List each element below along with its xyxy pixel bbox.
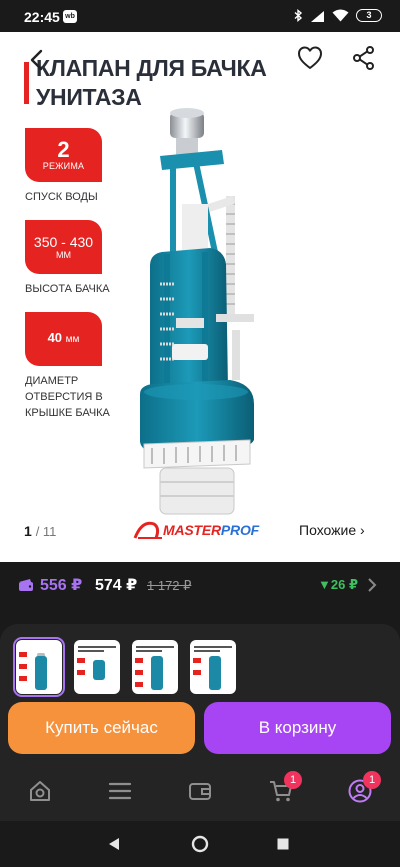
product-gallery[interactable]: КЛАПАН ДЛЯ БАЧКА УНИТАЗА 2 РЕЖИМА СПУСК … [0, 32, 400, 562]
feature-badge: 40 мм [25, 312, 102, 366]
wallet-icon [19, 579, 33, 591]
wifi-icon [332, 9, 349, 22]
wallet-icon[interactable] [187, 778, 213, 804]
status-bar: 22:45 wb 3 [0, 0, 400, 32]
feature-value-number: 40 [47, 330, 63, 345]
old-price: 1 172 ₽ [147, 578, 192, 593]
profile-badge: 1 [363, 771, 381, 789]
gallery-pager: 1 / 11 [24, 523, 56, 539]
share-icon[interactable] [350, 44, 378, 72]
thumbnail-strip [13, 637, 236, 697]
buy-now-button[interactable]: Купить сейчас [8, 702, 195, 754]
wallet-price-value: 556 ₽ [40, 577, 83, 594]
cart-nav-item[interactable]: 1 [268, 771, 302, 804]
feature-unit: мм [65, 334, 80, 345]
feature-unit: ММ [56, 249, 71, 260]
current-price: 574 ₽ [95, 577, 138, 594]
chevron-right-icon[interactable] [366, 577, 378, 593]
profile-nav-item[interactable]: 1 [347, 771, 381, 804]
feature-caption: ДИАМЕТР ОТВЕРСТИЯ В КРЫШКЕ БАЧКА [25, 373, 145, 421]
heart-icon[interactable] [296, 44, 324, 72]
add-to-cart-button[interactable]: В корзину [204, 702, 391, 754]
thumbnail-4[interactable] [190, 640, 236, 694]
pager-current: 1 [24, 523, 32, 539]
feature-value: 2 [57, 136, 70, 162]
status-icons: 3 [294, 9, 382, 22]
status-time: 22:45 [24, 9, 60, 25]
feature-flush-modes: 2 РЕЖИМА СПУСК ВОДЫ [25, 128, 145, 205]
home-search-icon[interactable] [27, 778, 53, 804]
feature-value: 40 мм [48, 330, 80, 348]
price-bar[interactable]: 556 ₽ 574 ₽ 1 172 ₽ ▼26 ₽ [0, 562, 400, 614]
feature-value: 350 - 430 [33, 233, 94, 250]
pager-total: / 11 [35, 524, 57, 539]
product-title-line1: КЛАПАН ДЛЯ БАЧКА [36, 55, 267, 81]
feature-unit: РЕЖИМА [42, 160, 85, 171]
feature-caption-line: ОТВЕРСТИЯ В [25, 391, 103, 403]
thumbnail-1[interactable] [13, 637, 65, 697]
wb-app-icon: wb [63, 10, 77, 23]
feature-caption: СПУСК ВОДЫ [25, 191, 98, 203]
system-navigation [0, 821, 400, 867]
recents-square-icon[interactable] [274, 835, 292, 853]
price-drop-badge: ▼26 ₽ [318, 577, 358, 592]
bottom-navigation: 1 1 [0, 769, 400, 821]
purchase-panel: Купить сейчас В корзину [0, 624, 400, 769]
bluetooth-icon [294, 9, 303, 22]
product-image [140, 108, 254, 515]
brand-name-part2: PROF [220, 522, 260, 538]
feature-tank-height: 350 - 430 ММ ВЫСОТА БАЧКА [25, 220, 145, 297]
similar-products-link[interactable]: Похожие › [299, 522, 365, 538]
feature-caption: ВЫСОТА БАЧКА [25, 283, 110, 295]
brand-name: MASTERPROF [163, 522, 259, 538]
feature-badge: 2 РЕЖИМА [25, 128, 102, 182]
feature-hole-diameter: 40 мм ДИАМЕТР ОТВЕРСТИЯ В КРЫШКЕ БАЧКА [25, 312, 145, 421]
feature-badge: 350 - 430 ММ [25, 220, 102, 274]
home-circle-icon[interactable] [191, 835, 209, 853]
wallet-price: 556 ₽ [18, 575, 82, 595]
feature-caption-line: ДИАМЕТР [25, 375, 79, 387]
thumbnail-3[interactable] [132, 640, 178, 694]
cart-badge: 1 [284, 771, 302, 789]
signal-icon [311, 10, 324, 22]
menu-icon[interactable] [107, 778, 133, 804]
back-triangle-icon[interactable] [105, 835, 123, 853]
battery-icon: 3 [356, 9, 382, 22]
back-arrow-icon[interactable] [24, 46, 52, 74]
brand-name-part1: MASTER [163, 522, 221, 538]
feature-caption-line: КРЫШКЕ БАЧКА [25, 407, 110, 419]
thumbnail-2[interactable] [74, 640, 120, 694]
